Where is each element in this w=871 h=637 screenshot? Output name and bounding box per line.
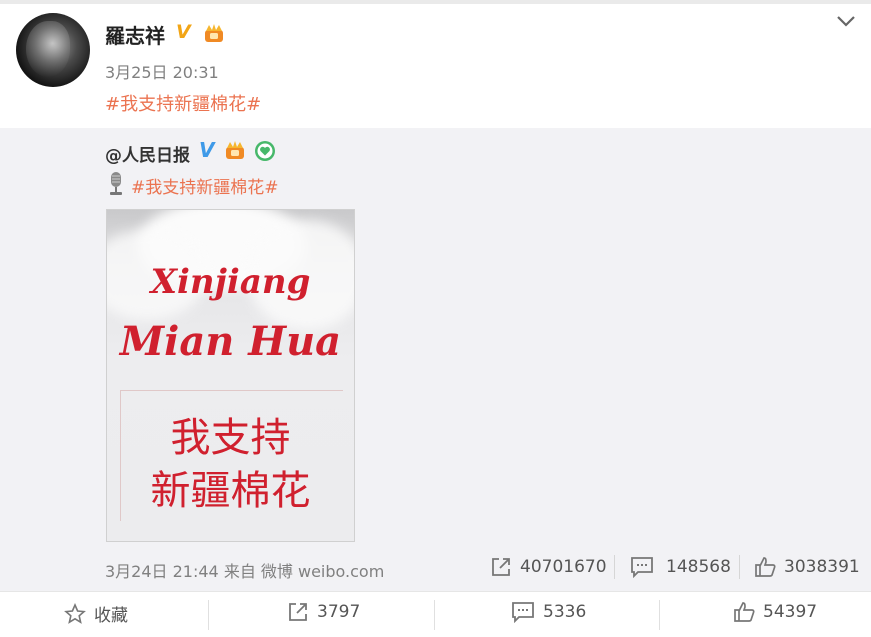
like-button[interactable]: 54397	[733, 601, 817, 623]
action-divider	[434, 600, 435, 630]
avatar[interactable]	[16, 13, 90, 87]
repost-hashtag[interactable]: #我支持新疆棉花#	[131, 173, 279, 198]
repost-user-name[interactable]: @人民日报	[105, 141, 190, 166]
heart-badge-icon	[255, 141, 275, 161]
share-count: 40701670	[520, 557, 607, 577]
repost-share-stat[interactable]: 40701670	[490, 556, 607, 578]
share-icon	[289, 603, 307, 621]
avatar-lion-image	[26, 21, 70, 77]
like-button-count: 54397	[763, 602, 818, 622]
like-icon	[734, 602, 755, 622]
microphone-icon	[110, 172, 122, 195]
favorite-label: 收藏	[94, 606, 128, 626]
poster-title-line1: Xinjiang	[150, 262, 311, 302]
verified-v-icon: V	[199, 138, 215, 162]
stat-divider	[739, 555, 740, 579]
user-name[interactable]: 羅志祥	[105, 20, 165, 49]
verified-v-icon: V	[176, 21, 191, 43]
poster-cn-line1: 我支持	[170, 415, 291, 461]
poster-cn-line2: 新疆棉花	[150, 468, 311, 514]
comment-button-count: 5336	[543, 602, 587, 622]
comment-icon	[631, 557, 653, 578]
post-image[interactable]: Xinjiang Mian Hua 我支持 新疆棉花	[106, 209, 355, 542]
crown-icon	[205, 24, 223, 42]
share-button-count: 3797	[317, 602, 361, 622]
share-button[interactable]: 3797	[287, 601, 360, 623]
repost-like-stat[interactable]: 3038391	[754, 556, 860, 578]
like-icon	[755, 557, 776, 577]
crown-icon	[226, 141, 244, 159]
comment-button[interactable]: 5336	[511, 601, 586, 623]
chevron-down-icon[interactable]	[835, 10, 857, 32]
favorite-button[interactable]: 收藏	[64, 601, 128, 626]
like-count: 3038391	[784, 557, 860, 577]
repost-time-source[interactable]: 3月24日 21:44 来自 微博 weibo.com	[105, 558, 384, 582]
repost-comment-stat[interactable]: 148568	[630, 556, 731, 578]
post-time[interactable]: 3月25日 20:31	[105, 59, 219, 83]
star-icon	[64, 602, 86, 624]
post-hashtag[interactable]: #我支持新疆棉花#	[105, 90, 261, 116]
stat-divider	[614, 555, 615, 579]
action-divider	[208, 600, 209, 630]
share-icon	[492, 558, 510, 576]
action-divider	[659, 600, 660, 630]
comment-count: 148568	[666, 557, 731, 577]
poster-title-line2: Mian Hua	[119, 318, 342, 365]
comment-icon	[512, 602, 534, 623]
